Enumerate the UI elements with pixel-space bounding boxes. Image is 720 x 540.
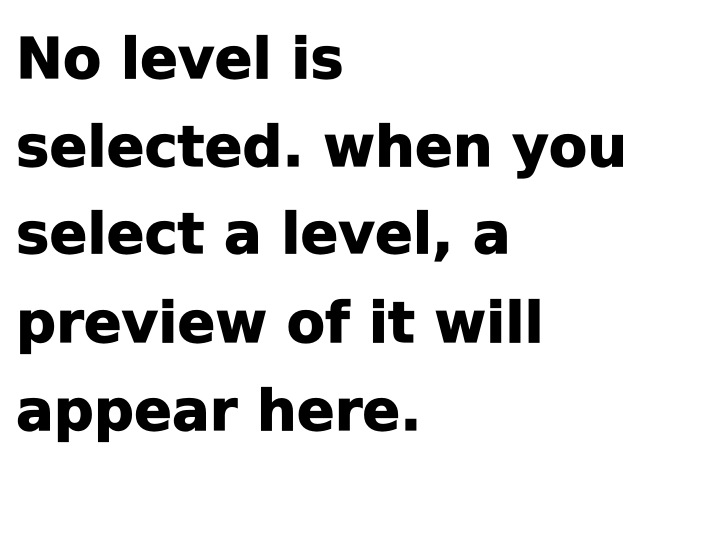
- empty-preview-message-line-5: appear here.: [15, 379, 422, 444]
- empty-preview-message-line-3: select a level, a: [15, 202, 511, 267]
- empty-preview-message-line-4: preview of it will: [15, 291, 544, 356]
- empty-preview-message-line-1: No level is: [15, 27, 344, 92]
- empty-preview-message-line-2: selected. when you: [15, 115, 628, 180]
- level-preview-panel: No level is selected. when you select a …: [0, 0, 720, 540]
